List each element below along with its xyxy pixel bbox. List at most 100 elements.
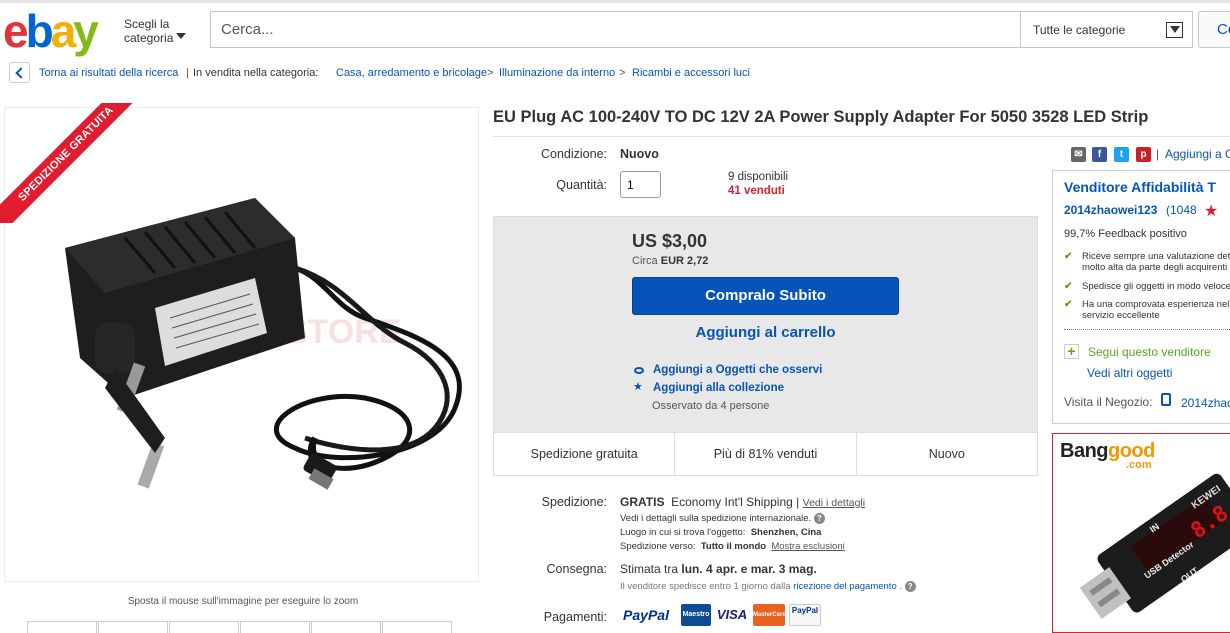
- email-icon[interactable]: ✉: [1071, 147, 1086, 162]
- highlight-item: Nuovo: [928, 447, 965, 461]
- breadcrumb-chevron: >: [487, 67, 494, 79]
- visit-store-label: Visita il Negozio:: [1064, 395, 1153, 409]
- approx-prefix: Circa: [632, 255, 658, 267]
- delivery-note: Il venditore spedisce entro 1 giorno dal…: [620, 581, 916, 592]
- shipping-service: Economy Int'l Shipping: [671, 495, 793, 509]
- store-icon: [1161, 393, 1171, 406]
- ships-to: Spedizione verso: Tutto il mondo Mostra …: [620, 541, 845, 552]
- sold-count[interactable]: 41 venduti: [728, 185, 785, 197]
- dotted-divider: [1064, 329, 1230, 330]
- feedback-score-link[interactable]: (1048: [1166, 203, 1197, 217]
- payment-received-link[interactable]: ricezione del pagamento: [793, 581, 897, 592]
- help-icon[interactable]: ?: [813, 513, 825, 524]
- plus-icon[interactable]: +: [1064, 344, 1079, 359]
- back-arrow-icon[interactable]: [9, 62, 30, 83]
- shipping-details-link[interactable]: Vedi i dettagli: [803, 497, 865, 509]
- shipping-label: Spedizione:: [541, 495, 607, 509]
- show-exclusions-link[interactable]: Mostra esclusioni: [771, 541, 844, 552]
- category-select-value: Tutte le categorie: [1033, 23, 1126, 37]
- share-divider: |: [1156, 147, 1160, 161]
- breadcrumb-chevron: >: [619, 67, 626, 79]
- breadcrumb-item[interactable]: Ricambi e accessori luci: [632, 67, 750, 79]
- quantity-input[interactable]: [620, 171, 661, 198]
- store-name-link[interactable]: 2014zhao: [1181, 396, 1230, 410]
- visa-logo: VISA: [716, 607, 748, 622]
- twitter-icon[interactable]: t: [1114, 147, 1129, 162]
- seller-bullet: Ha una comprovata esperienza nel servizi…: [1082, 299, 1229, 321]
- positive-feedback: 99,7% Feedback positivo: [1064, 228, 1187, 240]
- seller-info-title: Venditore Affidabilità T: [1064, 179, 1216, 195]
- shop-by-category-button[interactable]: Scegli la categoria: [124, 17, 186, 45]
- item-location-value: Shenzhen, Cina: [750, 527, 822, 538]
- caret-down-icon: [176, 33, 186, 39]
- top-border: [0, 0, 1230, 3]
- free-shipping-ribbon: SPEDIZIONE GRATUITA: [0, 103, 140, 223]
- seller-bullet-line: servizio eccellente: [1082, 310, 1160, 321]
- dropdown-arrow-icon: [1166, 22, 1183, 38]
- add-to-cart-button[interactable]: Aggiungi al carrello: [632, 324, 899, 341]
- delivery-estimate: Stimata tra lun. 4 apr. e mar. 3 mag.: [620, 562, 817, 576]
- thumbnail[interactable]: [382, 621, 452, 633]
- breadcrumb-item[interactable]: Casa, arredamento e bricolage: [336, 67, 487, 79]
- highlight-item: Spedizione gratuita: [494, 433, 676, 475]
- available-count: 9 disponibili: [728, 171, 789, 183]
- paypal-credit-logo: PayPal: [789, 604, 821, 626]
- search-input[interactable]: [210, 11, 1020, 48]
- shop-by-category-label: Scegli la categoria: [124, 17, 174, 45]
- item-location: Luogo in cui si trova l'oggetto: Shenzhe…: [620, 527, 821, 538]
- see-other-items-link[interactable]: Vedi altri oggetti: [1087, 366, 1172, 380]
- add-to-collection-top-link[interactable]: Aggiungi a O: [1165, 147, 1230, 161]
- add-to-watchlist-link[interactable]: Aggiungi a Oggetti che osservi: [653, 364, 822, 376]
- back-to-results-link[interactable]: Torna ai risultati della ricerca: [39, 67, 178, 79]
- payments-label: Pagamenti:: [543, 610, 607, 624]
- delivery-note-prefix: Il venditore spedisce entro 1 giorno dal…: [620, 581, 791, 593]
- seller-bullet-line: Spedisce gli oggetti in modo veloce: [1082, 281, 1230, 292]
- check-icon: ✔: [1064, 251, 1073, 262]
- intl-shipping-note: Vedi i dettagli sulla spedizione interna…: [620, 513, 825, 524]
- add-to-collection-link[interactable]: Aggiungi alla collezione: [653, 382, 784, 394]
- seller-bullet-line: Ha una comprovata esperienza nel: [1082, 299, 1230, 310]
- follow-seller-link[interactable]: Segui questo venditore: [1088, 345, 1211, 359]
- seller-bullet: Spedisce gli oggetti in modo veloce: [1082, 281, 1230, 292]
- breadcrumb-divider: |: [186, 67, 189, 79]
- star-icon: ★: [633, 381, 643, 393]
- banggood-logo-bang: Bang: [1060, 440, 1109, 462]
- paypal-logo: PayPal: [623, 607, 669, 623]
- condition-label: Condizione:: [540, 147, 607, 161]
- shipping-sep: |: [796, 495, 800, 509]
- check-icon: ✔: [1064, 281, 1073, 292]
- pinterest-icon[interactable]: p: [1136, 147, 1151, 162]
- category-select[interactable]: Tutte le categorie: [1020, 11, 1193, 48]
- item-title: EU Plug AC 100-240V TO DC 12V 2A Power S…: [493, 108, 1149, 126]
- listed-in-label: In vendita nella categoria:: [193, 67, 319, 79]
- delivery-prefix: Stimata tra: [620, 562, 679, 576]
- thumbnail[interactable]: [311, 621, 381, 633]
- breadcrumb-item[interactable]: Illuminazione da interno: [499, 67, 615, 79]
- ships-to-value: Tutto il mondo: [700, 541, 767, 552]
- intl-shipping-note-text: Vedi i dettagli sulla spedizione interna…: [620, 513, 812, 525]
- ebay-logo[interactable]: ebay: [3, 4, 99, 58]
- help-icon[interactable]: ?: [904, 581, 916, 592]
- search-button[interactable]: Ce: [1198, 11, 1230, 48]
- condition-value: Nuovo: [620, 147, 659, 161]
- delivery-label: Consegna:: [546, 562, 607, 576]
- watchers-count: Osservato da 4 persone: [652, 400, 770, 412]
- thumbnail[interactable]: [98, 621, 168, 633]
- free-shipping-ribbon-label: SPEDIZIONE GRATUITA: [0, 103, 140, 223]
- delivery-note-suffix: .: [899, 581, 903, 593]
- check-icon: ✔: [1064, 299, 1073, 310]
- red-star-icon: ★: [1204, 203, 1219, 220]
- thumbnail[interactable]: [169, 621, 239, 633]
- approx-price: Circa EUR 2,72: [632, 255, 708, 267]
- seller-name-link[interactable]: 2014zhaowei123: [1064, 203, 1157, 217]
- highlights-strip: Spedizione gratuita Più di 81% venduti N…: [493, 433, 1038, 476]
- delivery-dates: lun. 4 apr. e mar. 3 mag.: [681, 562, 817, 576]
- buy-now-button[interactable]: Compralo Subito: [632, 277, 899, 315]
- thumbnail[interactable]: [240, 621, 310, 633]
- seller-bullet-line: molto alta da parte degli acquirenti: [1082, 262, 1228, 273]
- divider: [493, 136, 1230, 137]
- approx-value: EUR 2,72: [660, 255, 709, 267]
- thumbnail[interactable]: [27, 621, 97, 633]
- facebook-icon[interactable]: f: [1092, 147, 1107, 162]
- shipping-summary: GRATIS Economy Int'l Shipping | Vedi i d…: [620, 495, 865, 509]
